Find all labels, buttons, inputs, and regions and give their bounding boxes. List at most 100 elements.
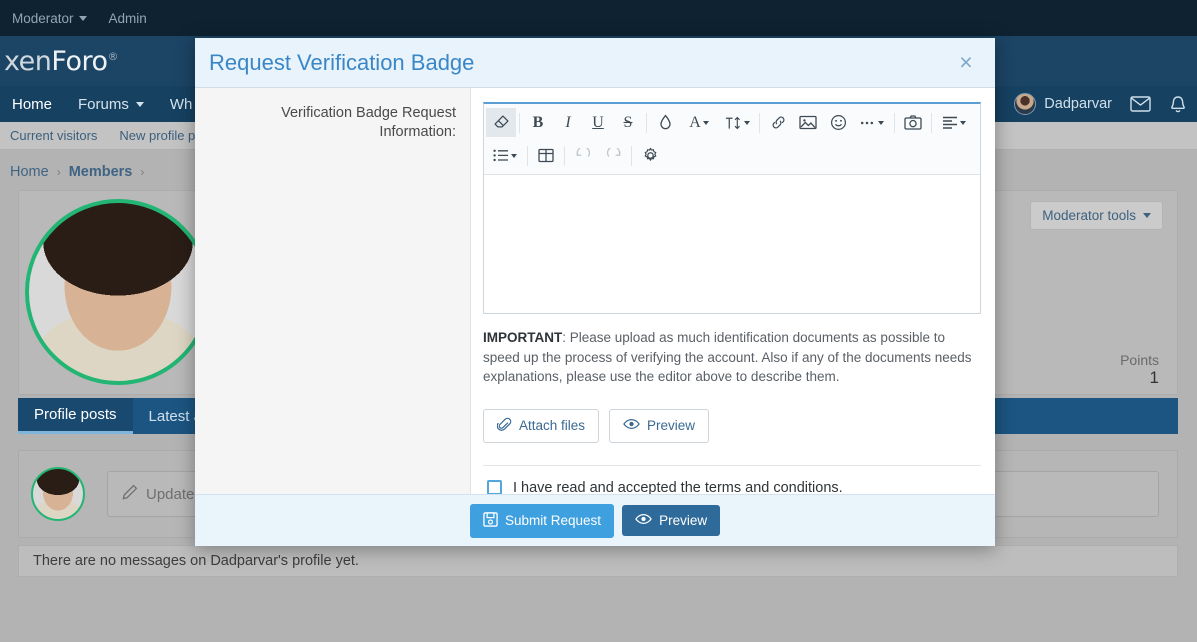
toolbar-divider (646, 113, 647, 133)
editor-toolbar: B I U S A (484, 104, 980, 175)
breadcrumb-separator: › (57, 165, 61, 179)
submit-request-button[interactable]: Submit Request (470, 504, 614, 538)
avatar (1014, 93, 1036, 115)
tab-profile-posts[interactable]: Profile posts (18, 398, 133, 434)
close-icon[interactable]: × (951, 48, 981, 78)
camera-icon[interactable] (898, 108, 928, 137)
terms-checkbox[interactable] (487, 480, 502, 495)
editor-toolbar-row-2 (486, 139, 978, 172)
footer-preview-button[interactable]: Preview (622, 505, 720, 536)
table-icon[interactable] (531, 141, 561, 170)
topbar-moderator-link[interactable]: Moderator (12, 11, 87, 26)
rich-text-editor: B I U S A (483, 102, 981, 314)
chevron-down-icon (136, 102, 144, 107)
nav-item-forums[interactable]: Forums (78, 96, 144, 113)
nav-item-whats-new-label: Wh (170, 96, 193, 113)
toolbar-divider (631, 146, 632, 166)
text-color-icon[interactable] (650, 108, 680, 137)
submit-request-label: Submit Request (505, 513, 601, 528)
toolbar-divider (931, 113, 932, 133)
dialog-header: Request Verification Badge × (195, 38, 995, 88)
toolbar-divider (519, 113, 520, 133)
bold-icon[interactable]: B (523, 108, 553, 137)
topbar-admin-link[interactable]: Admin (109, 11, 147, 26)
page-title: Request Verification Badge (209, 50, 951, 76)
profile-avatar[interactable] (25, 199, 211, 385)
breadcrumb-separator: › (140, 165, 144, 179)
site-logo-part1: xen (4, 46, 51, 77)
paperclip-icon (497, 417, 512, 435)
chevron-down-icon (878, 121, 884, 125)
list-icon[interactable] (486, 141, 524, 170)
more-options-icon[interactable] (853, 108, 891, 137)
field-label-line2: Information: (205, 123, 456, 142)
user-menu-button[interactable]: Dadparvar (1014, 93, 1112, 115)
dialog-footer: Submit Request Preview (195, 494, 995, 546)
field-label-line1: Verification Badge Request (205, 104, 456, 123)
chevron-down-icon (744, 121, 750, 125)
pencil-icon (122, 484, 138, 504)
underline-icon[interactable]: U (583, 108, 613, 137)
toolbar-divider (564, 146, 565, 166)
envelope-icon[interactable] (1130, 96, 1151, 112)
points-value: 1 (1120, 368, 1159, 388)
footer-preview-label: Preview (659, 513, 707, 528)
editor-action-row: Attach files Preview (483, 409, 981, 443)
insert-link-icon[interactable] (763, 108, 793, 137)
important-prefix: IMPORTANT (483, 330, 562, 345)
preview-label: Preview (647, 418, 695, 433)
italic-icon[interactable]: I (553, 108, 583, 137)
nav-item-forums-label: Forums (78, 96, 129, 113)
points-block: Points 1 (1120, 352, 1159, 388)
registered-mark: ® (108, 50, 119, 63)
attach-files-button[interactable]: Attach files (483, 409, 599, 443)
editor-toolbar-row-1: B I U S A (486, 106, 978, 139)
eye-icon (623, 418, 640, 433)
chevron-down-icon (511, 154, 517, 158)
form-label-column: Verification Badge Request Information: (195, 88, 471, 494)
topbar-moderator-label: Moderator (12, 11, 74, 26)
site-logo[interactable]: xenForo® (4, 46, 118, 77)
editor-content-area[interactable] (484, 175, 980, 313)
dialog-body: Verification Badge Request Information: … (195, 88, 995, 494)
navbar-user-area: Dadparvar (1014, 86, 1187, 122)
smilies-icon[interactable] (823, 108, 853, 137)
text-align-icon[interactable] (935, 108, 973, 137)
request-verification-badge-dialog: Request Verification Badge × Verificatio… (195, 38, 995, 546)
save-icon (483, 512, 498, 530)
chevron-down-icon (1143, 213, 1151, 218)
font-family-icon[interactable]: A (680, 108, 718, 137)
no-messages-notice: There are no messages on Dadparvar's pro… (18, 545, 1178, 577)
avatar (31, 467, 85, 521)
chevron-down-icon (960, 121, 966, 125)
nav-item-home[interactable]: Home (12, 96, 52, 113)
subnav-item-current-visitors[interactable]: Current visitors (10, 128, 97, 143)
remove-formatting-icon[interactable] (486, 108, 516, 137)
redo-icon[interactable] (598, 141, 628, 170)
form-field-column: B I U S A (471, 88, 995, 494)
insert-image-icon[interactable] (793, 108, 823, 137)
font-size-icon[interactable] (718, 108, 756, 137)
eye-icon (635, 513, 652, 528)
nav-item-home-label: Home (12, 96, 52, 113)
toolbar-divider (759, 113, 760, 133)
undo-icon[interactable] (568, 141, 598, 170)
attach-files-label: Attach files (519, 418, 585, 433)
strikethrough-icon[interactable]: S (613, 108, 643, 137)
moderator-tools-button[interactable]: Moderator tools (1030, 201, 1163, 230)
chevron-down-icon (703, 121, 709, 125)
site-logo-part2: Foro (51, 46, 107, 77)
bell-icon[interactable] (1169, 95, 1187, 114)
navbar-username: Dadparvar (1044, 96, 1112, 112)
breadcrumb-item-members[interactable]: Members (69, 164, 133, 180)
preview-button[interactable]: Preview (609, 409, 709, 443)
gear-icon[interactable] (635, 141, 665, 170)
topbar-admin-label: Admin (109, 11, 147, 26)
moderator-tools-label: Moderator tools (1042, 208, 1136, 223)
admin-top-strip: Moderator Admin (0, 0, 1197, 36)
chevron-down-icon (79, 16, 87, 21)
nav-item-whats-new[interactable]: Wh (170, 96, 193, 113)
breadcrumb-item-home[interactable]: Home (10, 164, 49, 180)
points-label: Points (1120, 352, 1159, 368)
toolbar-divider (894, 113, 895, 133)
